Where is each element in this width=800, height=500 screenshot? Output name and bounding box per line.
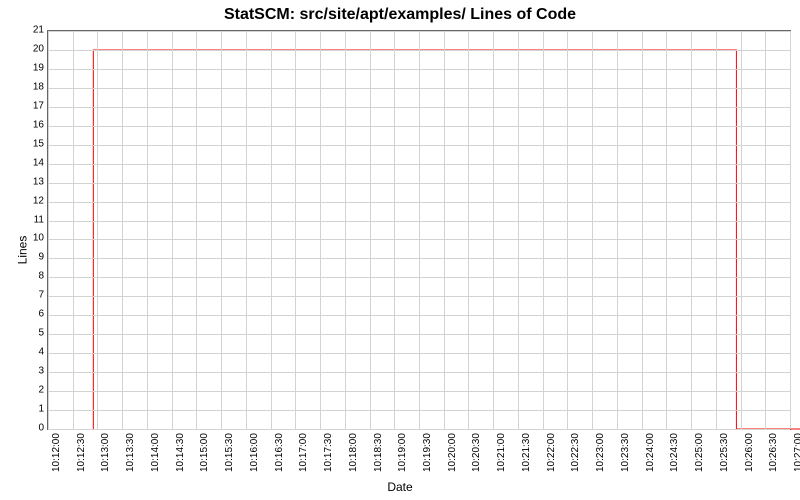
grid-line-v [147, 31, 148, 429]
x-tick-label: 10:19:30 [422, 433, 433, 472]
grid-line-v [691, 31, 692, 429]
x-tick-label: 10:12:00 [51, 433, 62, 472]
y-tick-label: 8 [24, 271, 44, 282]
grid-line-v [444, 31, 445, 429]
grid-line-v [592, 31, 593, 429]
x-tick-label: 10:14:00 [150, 433, 161, 472]
y-tick-label: 17 [24, 100, 44, 111]
y-tick-label: 4 [24, 347, 44, 358]
x-tick-label: 10:22:00 [546, 433, 557, 472]
grid-line-v [196, 31, 197, 429]
grid-line-v [345, 31, 346, 429]
chart-title: StatSCM: src/site/apt/examples/ Lines of… [0, 0, 800, 24]
x-tick-label: 10:12:30 [76, 433, 87, 472]
x-tick-label: 10:15:00 [199, 433, 210, 472]
y-tick-label: 5 [24, 328, 44, 339]
y-tick-label: 0 [24, 423, 44, 434]
x-axis-label: Date [387, 480, 412, 494]
x-tick-label: 10:16:00 [249, 433, 260, 472]
x-tick-label: 10:27:00 [793, 433, 800, 472]
grid-line-v [617, 31, 618, 429]
grid-line-v [271, 31, 272, 429]
x-tick-label: 10:14:30 [175, 433, 186, 472]
grid-line-h [48, 429, 790, 430]
x-tick-label: 10:20:00 [447, 433, 458, 472]
x-tick-label: 10:25:30 [719, 433, 730, 472]
y-tick-label: 2 [24, 385, 44, 396]
y-tick-label: 18 [24, 81, 44, 92]
grid-line-v [295, 31, 296, 429]
y-tick-label: 20 [24, 43, 44, 54]
chart-container: StatSCM: src/site/apt/examples/ Lines of… [0, 0, 800, 500]
y-tick-label: 19 [24, 62, 44, 73]
x-tick-label: 10:19:00 [397, 433, 408, 472]
y-tick-label: 13 [24, 176, 44, 187]
grid-line-v [642, 31, 643, 429]
y-tick-label: 11 [24, 214, 44, 225]
x-tick-label: 10:13:30 [125, 433, 136, 472]
x-tick-label: 10:24:00 [645, 433, 656, 472]
x-tick-label: 10:13:00 [100, 433, 111, 472]
grid-line-v [320, 31, 321, 429]
y-tick-label: 16 [24, 119, 44, 130]
grid-line-v [567, 31, 568, 429]
y-tick-label: 12 [24, 195, 44, 206]
y-tick-label: 10 [24, 233, 44, 244]
grid-line-v [73, 31, 74, 429]
x-tick-label: 10:24:30 [669, 433, 680, 472]
grid-line-v [716, 31, 717, 429]
x-tick-label: 10:18:00 [348, 433, 359, 472]
grid-line-v [48, 31, 49, 429]
grid-line-v [493, 31, 494, 429]
x-tick-label: 10:23:30 [620, 433, 631, 472]
grid-line-v [543, 31, 544, 429]
grid-line-v [394, 31, 395, 429]
grid-line-v [370, 31, 371, 429]
grid-line-v [122, 31, 123, 429]
grid-line-v [518, 31, 519, 429]
y-tick-label: 1 [24, 404, 44, 415]
grid-line-v [765, 31, 766, 429]
plot-area [47, 30, 791, 430]
grid-line-v [468, 31, 469, 429]
grid-line-v [790, 31, 791, 429]
y-tick-label: 15 [24, 138, 44, 149]
grid-line-v [666, 31, 667, 429]
grid-line-v [221, 31, 222, 429]
grid-line-v [246, 31, 247, 429]
x-tick-label: 10:16:30 [274, 433, 285, 472]
x-tick-label: 10:20:30 [471, 433, 482, 472]
x-tick-label: 10:15:30 [224, 433, 235, 472]
x-tick-label: 10:26:00 [744, 433, 755, 472]
y-tick-label: 7 [24, 290, 44, 301]
x-tick-label: 10:23:00 [595, 433, 606, 472]
grid-line-v [97, 31, 98, 429]
x-tick-label: 10:21:00 [496, 433, 507, 472]
y-tick-label: 6 [24, 309, 44, 320]
grid-line-v [741, 31, 742, 429]
x-tick-label: 10:21:30 [521, 433, 532, 472]
x-tick-label: 10:18:30 [373, 433, 384, 472]
x-tick-label: 10:26:30 [768, 433, 779, 472]
y-tick-label: 21 [24, 25, 44, 36]
y-tick-label: 3 [24, 366, 44, 377]
y-tick-label: 14 [24, 157, 44, 168]
grid-line-v [419, 31, 420, 429]
x-tick-label: 10:17:00 [298, 433, 309, 472]
y-tick-label: 9 [24, 252, 44, 263]
x-tick-label: 10:22:30 [570, 433, 581, 472]
x-tick-label: 10:17:30 [323, 433, 334, 472]
x-tick-label: 10:25:00 [694, 433, 705, 472]
grid-line-v [172, 31, 173, 429]
